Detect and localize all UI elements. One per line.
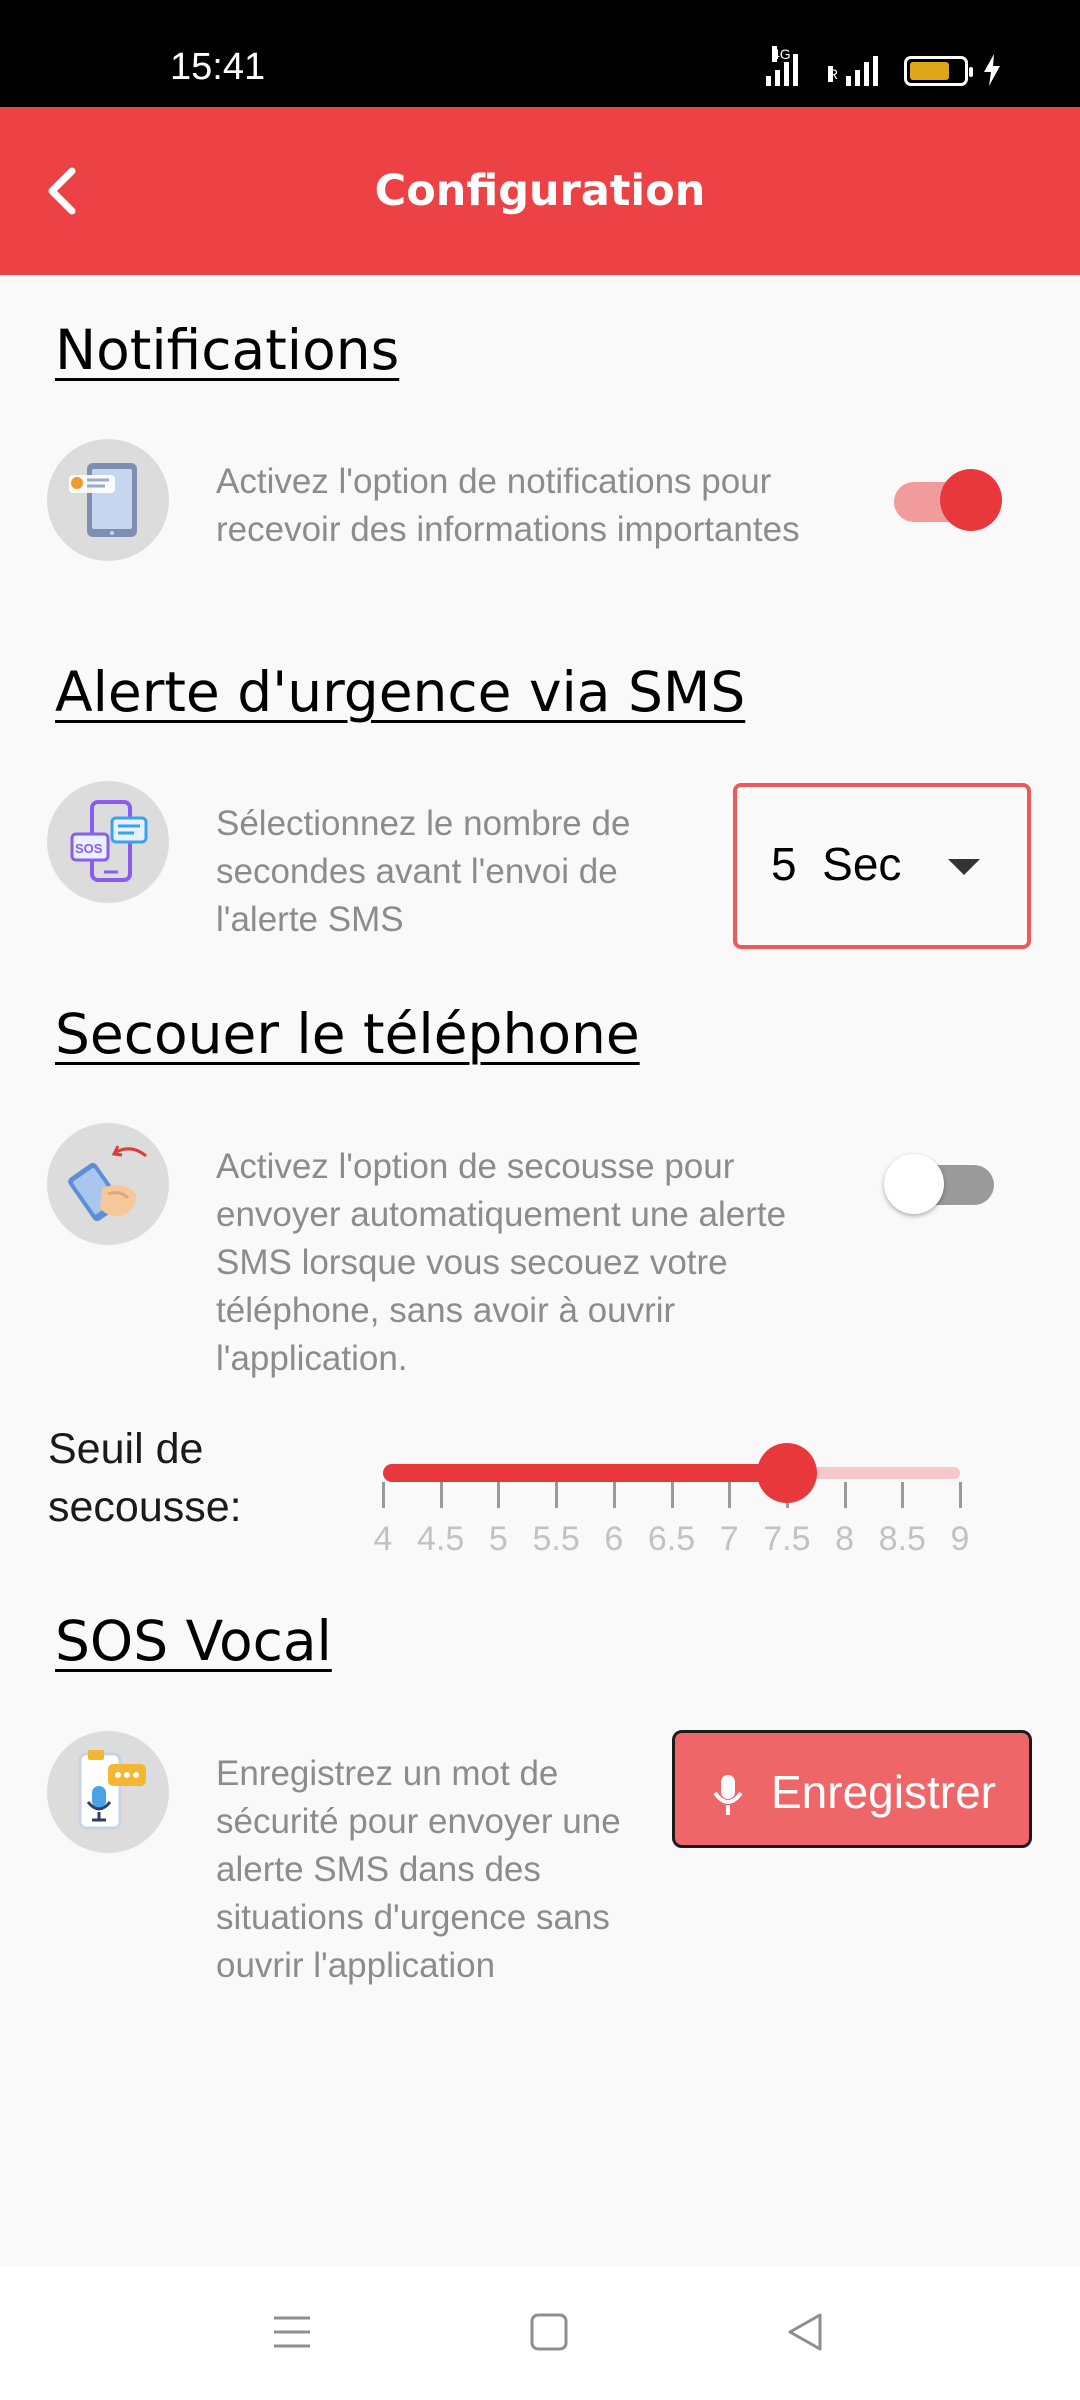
slider-tick-label: 5.5 [532,1520,580,1558]
slider-tick-label: 4.5 [417,1520,465,1558]
system-nav-bar [0,2266,1080,2400]
tablet-notification-icon [69,463,137,537]
slider-tick-label: 4 [373,1520,393,1558]
sos-vocal-icon-wrap [47,1731,169,1853]
shake-description: Activez l'option de secousse pour envoye… [216,1147,787,1378]
slider-tick-label: 5 [488,1520,508,1558]
notifications-icon-wrap [47,439,169,561]
sos-vocal-description: Enregistrez un mot de sécurité pour envo… [216,1754,621,1985]
status-bar: 15:41 4G R [0,0,1080,107]
notifications-description: Activez l'option de notifications pour r… [216,462,800,549]
slider-tick-label: 7.5 [763,1520,811,1558]
slider-tick-label: 6.5 [647,1520,696,1558]
sms-alert-title: Alerte d'urgence via SMS [55,660,746,724]
sms-alert-description: Sélectionnez le nombre de secondes avant… [216,804,631,939]
app-bar: Configuration [0,107,1080,275]
delay-dropdown-value: 5 Sec [771,838,902,890]
shake-phone-icon [68,1145,147,1222]
notifications-title: Notifications [55,318,400,382]
caret-down-icon [948,859,980,875]
slider-tick [555,1482,559,1508]
battery-icon [904,56,973,86]
battery-fill [910,62,949,80]
status-icons: 4G R [766,46,1002,86]
slider-tick-label: 6 [604,1520,624,1558]
signal-roaming-icon: R [828,52,890,86]
slider-tick-label: 9 [950,1520,970,1558]
page-title: Configuration [374,166,706,216]
back-button[interactable] [38,159,98,223]
slider-rail-active [383,1464,787,1482]
home-square-icon[interactable] [527,2310,571,2354]
shake-toggle[interactable] [884,1152,1000,1216]
slider-tick [670,1482,674,1508]
notifications-toggle[interactable] [894,469,1004,533]
slider-tick-label: 7 [719,1520,739,1558]
mic-icon [713,1775,743,1815]
slider-tick [612,1482,616,1508]
slider-tick [497,1482,501,1508]
shake-icon-wrap [47,1123,169,1245]
slider-tick [959,1482,962,1508]
slider-tick [382,1482,385,1508]
network-label: 4G [772,46,791,62]
slider-tick [843,1482,847,1508]
shake-title: Secouer le téléphone [55,1002,640,1066]
back-triangle-icon[interactable] [784,2310,828,2354]
record-button-label: Enregistrer [771,1766,996,1818]
delay-dropdown[interactable]: 5 Sec [733,783,1031,949]
chevron-left-icon [48,167,76,215]
record-button[interactable]: Enregistrer [672,1730,1032,1848]
slider-tick [901,1482,905,1508]
menu-icon[interactable] [270,2310,314,2354]
signal-4g-icon: 4G [766,46,814,86]
slider-tick-label: 8 [835,1520,855,1558]
svg-text:SOS: SOS [75,841,103,856]
roaming-label: R [828,66,839,82]
slider-thumb[interactable] [756,1443,817,1503]
status-time: 15:41 [170,46,266,88]
slider-tick [439,1482,443,1508]
threshold-label: Seuil de secousse: [48,1425,242,1531]
toggle-thumb [940,469,1002,531]
sos-vocal-title: SOS Vocal [55,1609,332,1673]
slider-tick-label: 8.5 [878,1520,926,1558]
sms-alert-icon-wrap: SOS [47,781,169,903]
sos-phone-icon: SOS [70,800,148,882]
charging-icon [984,54,1000,86]
toggle-thumb [884,1154,944,1214]
voice-chat-icon [78,1750,146,1830]
slider-tick [728,1482,732,1508]
threshold-slider[interactable]: 4 4.5 5 5.5 6 6.5 7 7.5 8 8.5 9 [360,1430,1000,1570]
